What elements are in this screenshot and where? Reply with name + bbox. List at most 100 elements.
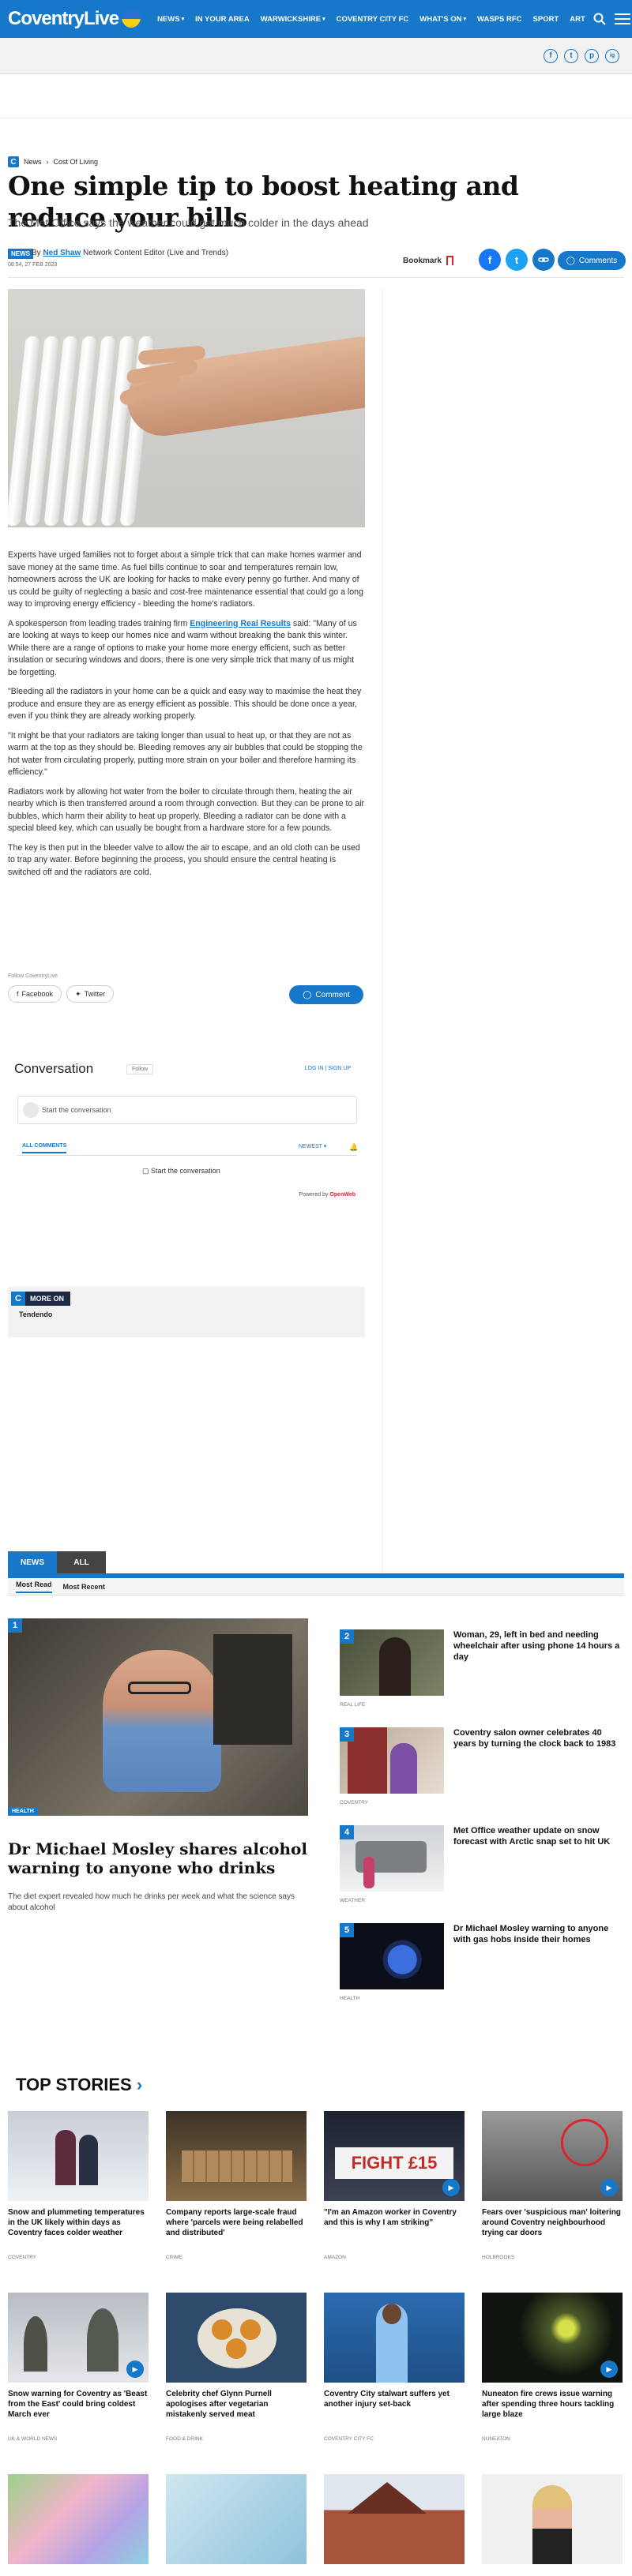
most-read-item[interactable]: 3 Coventry salon owner celebrates 40 yea… <box>340 1727 624 1814</box>
tab-news[interactable]: NEWS <box>8 1551 57 1573</box>
instagram-icon[interactable]: ig <box>605 48 619 63</box>
share-twitter-button[interactable]: ✦ Twitter <box>66 985 115 1003</box>
top-nav-bar: CoventryLive NEWS ▾ IN YOUR AREA WARWICKS… <box>0 0 632 38</box>
nav-item-art[interactable]: ART <box>564 0 591 38</box>
pinterest-icon[interactable]: p <box>585 48 599 63</box>
menu-icon[interactable] <box>614 13 630 24</box>
top-story-card[interactable]: ▶ Fears over 'suspicious man' loitering … <box>482 2111 623 2269</box>
twitter-icon[interactable]: t <box>564 48 578 63</box>
article-body: Experts have urged families not to forge… <box>8 549 365 886</box>
top-story-card[interactable]: ▶ Nuneaton fire crews issue warning afte… <box>482 2293 623 2450</box>
chevron-down-icon: ▾ <box>463 17 467 22</box>
breadcrumb-cost-of-living[interactable]: Cost Of Living <box>54 158 99 166</box>
bell-icon[interactable]: 🔔 <box>349 1143 358 1152</box>
comment-icon: ◯ <box>566 256 575 265</box>
nav-item-news[interactable]: NEWS ▾ <box>152 0 190 38</box>
avatar <box>23 1102 39 1118</box>
nav-item-whats-on[interactable]: WHAT'S ON ▾ <box>414 0 472 38</box>
coventry-badge-icon: C <box>11 1292 25 1306</box>
top-story-card[interactable]: Company reports large-scale fraud where … <box>166 2111 307 2269</box>
breadcrumb-news[interactable]: News <box>24 158 42 166</box>
logo-text: CoventryLive <box>8 8 119 29</box>
play-icon[interactable]: ▶ <box>600 2360 618 2378</box>
top-story-card[interactable] <box>324 2474 465 2576</box>
play-icon[interactable]: ▶ <box>442 2179 460 2196</box>
article-paragraph: Radiators work by allowing hot water fro… <box>8 786 365 834</box>
top-story-card[interactable] <box>482 2474 623 2576</box>
main-nav: NEWS ▾ IN YOUR AREA WARWICKSHIRE ▾ COVENTR… <box>152 0 591 38</box>
bookmark-button[interactable]: Bookmark <box>403 256 453 265</box>
powered-by: Powered by OpenWeb <box>299 1192 356 1198</box>
tab-most-recent[interactable]: Most Recent <box>63 1583 106 1591</box>
top-story-card[interactable]: Coventry City stalwart suffers yet anoth… <box>324 2293 465 2450</box>
chevron-down-icon: ▾ <box>181 17 185 22</box>
start-conversation-text: ▢ Start the conversation <box>142 1167 220 1175</box>
twitter-share-icon[interactable]: t <box>506 249 528 271</box>
most-read-item[interactable]: 4 Met Office weather update on snow fore… <box>340 1825 624 1912</box>
breadcrumb: C News › Cost Of Living <box>8 156 98 167</box>
twitter-icon: ✦ <box>75 989 81 998</box>
nav-item-warwickshire[interactable]: WARWICKSHIRE ▾ <box>255 0 331 38</box>
article-paragraph: A spokesperson from leading trades train… <box>8 618 357 677</box>
comment-button[interactable]: ◯ Comment <box>289 985 363 1004</box>
top-story-card[interactable]: Snow and plummeting temperatures in the … <box>8 2111 149 2269</box>
most-read-item[interactable]: 2 Woman, 29, left in bed and needing whe… <box>340 1629 624 1716</box>
author-role: Network Content Editor (Live and Trends) <box>83 249 229 257</box>
login-signup-link[interactable]: LOG IN | SIGN UP <box>305 1066 351 1071</box>
comments-button[interactable]: ◯ Comments <box>558 251 626 270</box>
sidebar-divider <box>382 289 383 1584</box>
share-facebook-button[interactable]: f Facebook <box>8 985 62 1003</box>
news-badge: NEWS <box>8 249 33 259</box>
category-tag: HEALTH <box>8 1807 38 1816</box>
top-story-card[interactable]: Celebrity chef Glynn Purnell apologises … <box>166 2293 307 2450</box>
author-link[interactable]: Ned Shaw <box>43 249 81 257</box>
nav-item-coventry-city-fc[interactable]: COVENTRY CITY FC <box>331 0 415 38</box>
top-story-card[interactable] <box>8 2474 149 2576</box>
chat-icon: ▢ <box>142 1167 149 1175</box>
site-logo[interactable]: CoventryLive <box>8 8 141 30</box>
article-paragraph: "Bleeding all the radiators in your home… <box>8 687 362 721</box>
chevron-right-icon: › <box>136 2075 143 2094</box>
conversation-title: Conversation <box>14 1061 94 1076</box>
featured-title[interactable]: Dr Michael Mosley shares alcohol warning… <box>8 1839 308 1877</box>
news-tabs: NEWS ALL <box>8 1551 106 1573</box>
more-on-section: C MORE ON Tendendo <box>8 1287 365 1337</box>
article-paragraph: The key is then put in the bleeder valve… <box>8 842 360 877</box>
facebook-icon: f <box>17 990 19 998</box>
ad-slot <box>0 74 632 118</box>
sort-dropdown[interactable]: NEWEST ▾ <box>299 1143 326 1149</box>
top-stories-heading[interactable]: TOP STORIES › <box>16 2075 142 2095</box>
conversation-widget: Conversation Follow LOG IN | SIGN UP Sta… <box>8 1047 365 1236</box>
tab-all[interactable]: ALL <box>57 1551 106 1573</box>
more-on-topic-link[interactable]: Tendendo <box>19 1310 52 1318</box>
top-story-card[interactable]: ▶ Snow warning for Coventry as 'Beast fr… <box>8 2293 149 2450</box>
follow-conversation-button[interactable]: Follow <box>126 1064 154 1074</box>
strike-sign: FIGHT £15 <box>335 2147 453 2179</box>
link-share-icon[interactable] <box>532 249 555 271</box>
search-icon[interactable] <box>591 10 608 28</box>
featured-image[interactable]: 1 HEALTH <box>8 1618 308 1816</box>
facebook-share-icon[interactable]: f <box>479 249 501 271</box>
most-read-item[interactable]: 5 Dr Michael Mosley warning to anyone wi… <box>340 1923 624 2010</box>
top-story-card[interactable] <box>166 2474 307 2576</box>
engineering-real-results-link[interactable]: Engineering Real Results <box>190 619 291 628</box>
chevron-down-icon: ▾ <box>322 17 325 22</box>
nav-item-wasps-rfc[interactable]: WASPS RFC <box>472 0 527 38</box>
comment-icon: ◯ <box>303 990 312 999</box>
article-paragraph: Experts have urged families not to forge… <box>8 550 363 609</box>
follow-label: Follow CoventryLive <box>8 973 58 979</box>
publish-date: 08:54, 27 FEB 2023 <box>8 262 58 268</box>
tab-all-comments[interactable]: ALL COMMENTS <box>22 1143 67 1153</box>
article-hero-image[interactable] <box>8 289 365 527</box>
top-story-card[interactable]: FIGHT £15 ▶ "I'm an Amazon worker in Cov… <box>324 2111 465 2269</box>
social-bar: f t p ig <box>0 38 632 74</box>
conversation-input[interactable]: Start the conversation <box>17 1096 357 1124</box>
facebook-icon[interactable]: f <box>544 48 558 63</box>
play-icon[interactable]: ▶ <box>600 2179 618 2196</box>
tab-most-read[interactable]: Most Read <box>16 1580 52 1593</box>
play-icon[interactable]: ▶ <box>126 2360 144 2378</box>
ukraine-flag-icon <box>122 10 141 28</box>
featured-summary: The diet expert revealed how much he dri… <box>8 1892 295 1912</box>
nav-item-in-your-area[interactable]: IN YOUR AREA <box>190 0 255 38</box>
nav-item-sport[interactable]: SPORT <box>528 0 565 38</box>
